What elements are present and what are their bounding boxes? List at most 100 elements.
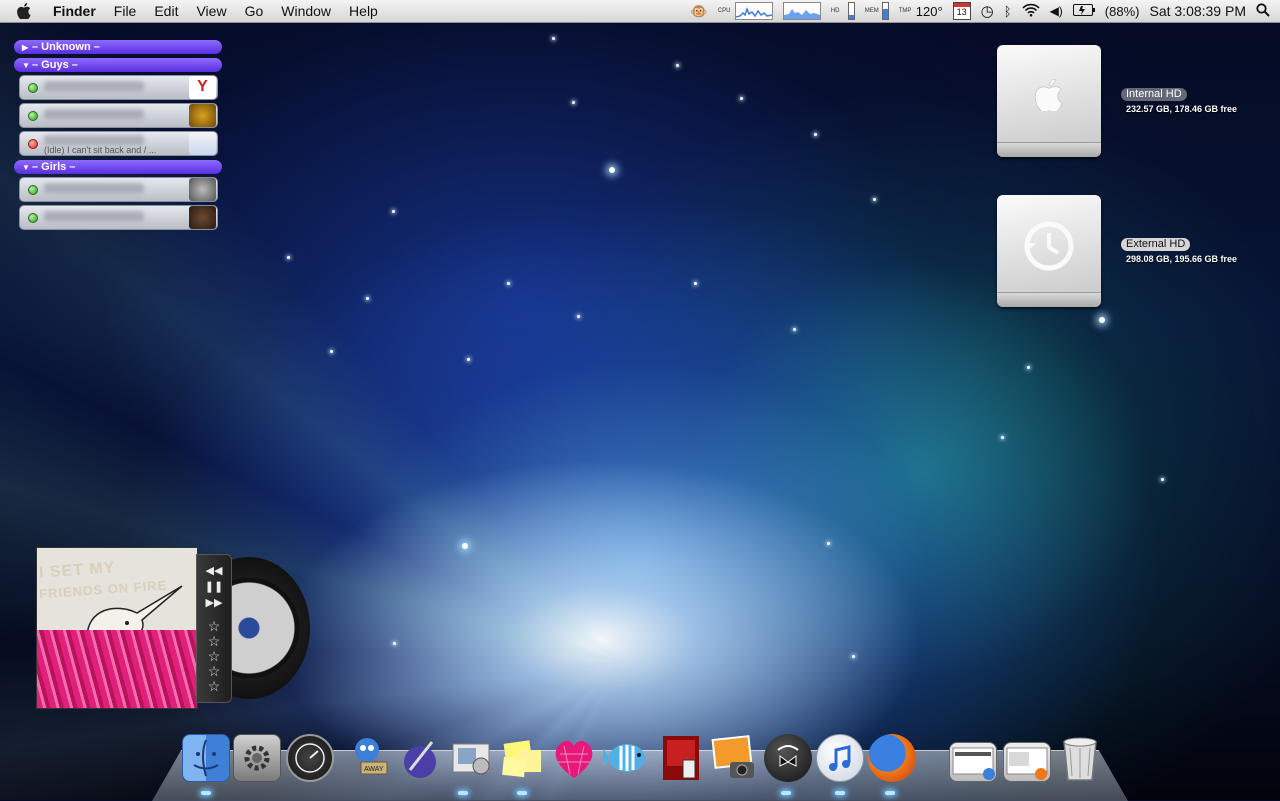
buddy-name-blurred [44, 109, 144, 119]
avatar: Y [189, 76, 216, 99]
group-guys[interactable]: ▼ – Guys – [14, 58, 222, 72]
star [827, 542, 830, 545]
star [873, 198, 876, 201]
disclosure-down-icon: ▼ [22, 61, 30, 70]
apple-menu-icon[interactable] [14, 0, 34, 22]
group-girls[interactable]: ▼ – Girls – [14, 160, 222, 174]
external-hd-label[interactable]: External HD [1121, 238, 1191, 251]
time-machine-icon[interactable]: ◷ [981, 2, 994, 20]
group-unknown[interactable]: ▶ – Unknown – [14, 40, 222, 54]
fish-app-icon[interactable] [603, 734, 651, 782]
itunes-icon[interactable] [816, 734, 864, 782]
avatar [189, 104, 216, 127]
mem-label: MEM [864, 8, 879, 14]
star [392, 210, 395, 213]
idle-status-icon [28, 139, 38, 149]
calendar-day: 13 [956, 7, 967, 17]
star [577, 315, 580, 318]
system-preferences-icon[interactable] [233, 734, 281, 782]
available-status-icon [28, 111, 38, 121]
star [1099, 317, 1105, 323]
disclosure-down-icon: ▼ [22, 163, 30, 172]
network-graph[interactable] [782, 2, 821, 20]
star [462, 543, 468, 549]
mem-meter[interactable] [881, 2, 889, 20]
album-cover[interactable]: I SET MY FRIENDS ON FIRE [36, 547, 198, 709]
monkey-icon[interactable]: 🐵 [690, 3, 707, 20]
buddy-item[interactable] [19, 205, 218, 230]
previous-track-button[interactable]: ◀◀ [197, 563, 231, 579]
menu-file[interactable]: File [105, 0, 146, 22]
firefox-icon[interactable] [868, 734, 916, 782]
star [1161, 478, 1164, 481]
star [467, 358, 470, 361]
rating-star-5[interactable]: ☆ [197, 679, 231, 694]
wifi-icon[interactable] [1021, 3, 1040, 20]
star [814, 133, 817, 136]
buddy-item[interactable]: (Idle) I can't sit back and / ... [19, 131, 218, 156]
next-track-button[interactable]: ▶▶ [197, 595, 231, 611]
clock[interactable]: Sat 3:08:39 PM [1149, 3, 1246, 19]
menu-help[interactable]: Help [340, 0, 387, 22]
stack-2-icon[interactable] [1003, 742, 1051, 782]
heart-app-icon[interactable] [550, 734, 598, 782]
calendar-icon[interactable]: 13 [952, 2, 971, 20]
camino-icon[interactable] [764, 734, 812, 782]
buddy-name-blurred [44, 81, 144, 91]
photo-booth-icon[interactable] [657, 734, 705, 782]
star [552, 37, 555, 40]
buddy-status-message: (Idle) I can't sit back and / ... [44, 145, 157, 155]
disclosure-right-icon: ▶ [22, 43, 29, 52]
apple-logo-icon [997, 78, 1101, 119]
menu-window[interactable]: Window [272, 0, 340, 22]
menu-edit[interactable]: Edit [145, 0, 187, 22]
temperature-readout[interactable]: 120° [916, 4, 943, 19]
rating-star-2[interactable]: ☆ [197, 634, 231, 649]
star [793, 328, 796, 331]
bluetooth-icon[interactable]: ᛒ [1004, 4, 1012, 19]
internal-hd-info: 232.57 GB, 178.46 GB free [1126, 104, 1238, 114]
script-editor-icon[interactable] [396, 734, 444, 782]
app-menu-finder[interactable]: Finder [44, 0, 105, 22]
dashboard-icon[interactable] [286, 734, 334, 782]
internal-hd-label[interactable]: Internal HD [1121, 88, 1187, 101]
hd-label: HD [830, 8, 840, 14]
menu-view[interactable]: View [187, 0, 235, 22]
star [740, 97, 743, 100]
buddy-item[interactable]: Y [19, 75, 218, 100]
twitterrific-icon[interactable]: AWAY [345, 734, 393, 782]
iphoto-icon[interactable] [710, 734, 758, 782]
battery-percentage[interactable]: (88%) [1105, 4, 1140, 19]
star [1027, 366, 1030, 369]
group-label: – Unknown – [32, 41, 100, 53]
menu-bar: Finder File Edit View Go Window Help 🐵 C… [0, 0, 1280, 23]
internal-hd-drive[interactable] [997, 45, 1101, 157]
star [852, 655, 855, 658]
star [1001, 436, 1004, 439]
rating-star-3[interactable]: ☆ [197, 649, 231, 664]
volume-icon[interactable]: ◀) [1050, 4, 1063, 18]
hd-meter[interactable] [847, 2, 855, 20]
tmp-label: TMP [898, 8, 912, 14]
star [572, 101, 575, 104]
star [287, 256, 290, 259]
buddy-item[interactable] [19, 103, 218, 128]
buddy-name-blurred [44, 135, 144, 145]
spotlight-icon[interactable] [1256, 2, 1270, 20]
rating-star-1[interactable]: ☆ [197, 619, 231, 634]
external-hd-info: 298.08 GB, 195.66 GB free [1126, 254, 1238, 264]
external-hd-drive[interactable] [997, 195, 1101, 307]
svg-text:AWAY: AWAY [364, 766, 384, 773]
buddy-item[interactable] [19, 177, 218, 202]
cpu-graph[interactable] [734, 2, 773, 20]
stack-1-icon[interactable] [949, 742, 997, 782]
stickies-icon[interactable] [498, 734, 546, 782]
pause-button[interactable]: ❚❚ [197, 579, 231, 595]
mail-icon[interactable] [447, 734, 495, 782]
avatar [189, 132, 216, 155]
rating-star-4[interactable]: ☆ [197, 664, 231, 679]
menu-go[interactable]: Go [236, 0, 273, 22]
battery-icon[interactable] [1072, 3, 1095, 19]
trash-icon[interactable] [1056, 734, 1104, 782]
finder-icon[interactable] [182, 734, 230, 782]
